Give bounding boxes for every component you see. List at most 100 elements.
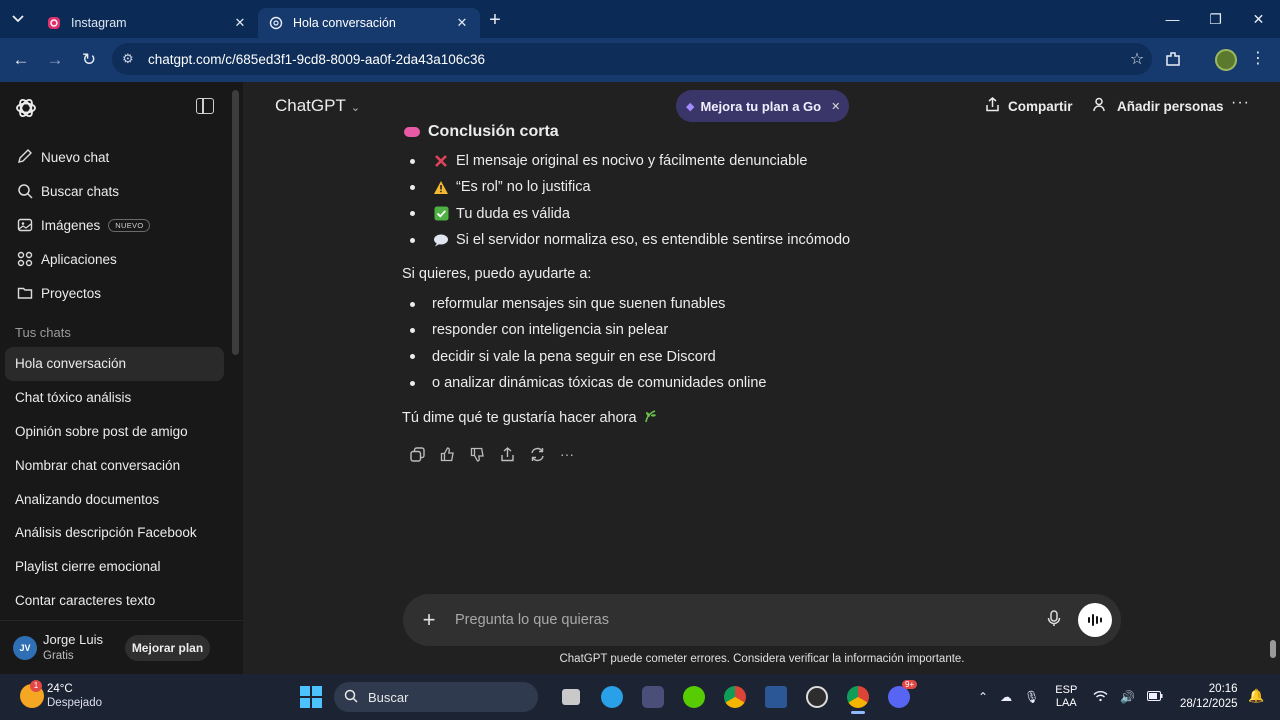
keyboard-layout: LAA (1055, 697, 1077, 709)
chat-item[interactable]: Contar caracteres texto (5, 584, 224, 618)
share-button[interactable]: Compartir (985, 97, 1073, 115)
voice-mode-button[interactable] (1078, 603, 1112, 637)
browser-menu-icon[interactable]: ⋮ (1250, 48, 1266, 68)
bookmark-star-icon[interactable]: ☆ (1122, 49, 1152, 69)
thumbs-down-icon[interactable] (462, 444, 492, 464)
chats-section-title: Tus chats (15, 325, 71, 340)
chat-item[interactable]: Opinión sobre post de amigo (5, 415, 224, 449)
url-text[interactable]: chatgpt.com/c/685ed3f1-9cd8-8009-aa0f-2d… (148, 52, 1122, 67)
chat-item[interactable]: Nombrar chat conversación (5, 448, 224, 482)
chat-item[interactable]: Analizando documentos (5, 482, 224, 516)
weather-temperature: 24°C (47, 683, 73, 695)
heading-text: Conclusión corta (428, 123, 559, 140)
share-icon[interactable] (492, 444, 522, 464)
chevron-up-icon[interactable]: ⌃ (978, 690, 988, 704)
site-info-icon[interactable]: ⚙ (122, 51, 144, 67)
tab-instagram[interactable]: Instagram ✕ (36, 8, 258, 38)
model-selector[interactable]: ChatGPT ⌄ (275, 96, 360, 116)
disclaimer-text: ChatGPT puede cometer errores. Considera… (559, 653, 965, 665)
scrollbar-thumb[interactable] (1270, 640, 1276, 658)
profile-avatar[interactable] (1215, 49, 1237, 71)
upgrade-promo-pill[interactable]: ◆ Mejora tu plan a Go ✕ (676, 90, 849, 122)
wifi-icon[interactable] (1093, 690, 1108, 705)
sidebar-item-apps[interactable]: Aplicaciones (8, 242, 228, 276)
tab-search-button[interactable] (0, 0, 36, 38)
system-clock[interactable]: 20:16 28/12/2025 (1180, 682, 1238, 712)
extensions-icon[interactable] (1162, 50, 1184, 72)
file-explorer-icon[interactable] (550, 680, 591, 714)
close-tab-icon[interactable]: ✕ (232, 15, 248, 31)
avatar[interactable]: JV (13, 635, 37, 660)
discord-icon[interactable]: 9+ (878, 680, 919, 714)
user-menu[interactable]: JV Jorge Luis Gratis Mejorar plan (0, 620, 243, 674)
system-tray: ⌃ ☁ 🎙 ESP LAA 🔊 (972, 680, 1169, 714)
add-people-label: Añadir personas (1117, 98, 1224, 114)
windows-taskbar: 1 24°C Despejado Buscar 9+ ⌃ ☁ 🎙 ESP LAA (0, 674, 1280, 720)
sidebar-item-projects[interactable]: Proyectos (8, 276, 228, 310)
sidebar-toggle-icon[interactable] (196, 98, 214, 114)
chat-item[interactable]: Análisis descripción Facebook (5, 516, 224, 550)
windows-start-icon[interactable] (300, 686, 322, 708)
restore-button[interactable]: ❐ (1194, 0, 1237, 38)
message-actions: ··· (402, 444, 582, 464)
more-options-icon[interactable]: ··· (552, 444, 582, 464)
minimize-button[interactable]: — (1151, 0, 1194, 38)
clock-date: 28/12/2025 (1180, 698, 1238, 710)
taskbar-apps: 9+ (550, 680, 919, 714)
chat-item-active[interactable]: Hola conversación (5, 347, 224, 381)
obs-studio-icon[interactable] (796, 680, 837, 714)
tab-hola-conversacion[interactable]: Hola conversación ✕ (258, 8, 480, 38)
chevron-down-icon (12, 15, 24, 23)
new-chat-icon (16, 149, 34, 165)
language-indicator[interactable]: ESP LAA (1055, 684, 1077, 710)
close-window-button[interactable]: ✕ (1237, 0, 1280, 38)
images-icon (16, 217, 34, 233)
openai-logo-icon[interactable] (14, 96, 38, 120)
new-tab-button[interactable]: + (480, 5, 510, 35)
address-bar[interactable]: ⚙ chatgpt.com/c/685ed3f1-9cd8-8009-aa0f-… (112, 43, 1152, 75)
close-icon[interactable]: ✕ (831, 100, 840, 113)
attach-plus-icon[interactable]: + (403, 607, 455, 633)
chrome-icon[interactable] (714, 680, 755, 714)
diamond-icon: ◆ (686, 100, 695, 113)
message-composer: + (403, 594, 1121, 646)
weather-widget[interactable]: 1 24°C Despejado (20, 680, 102, 710)
thumbs-up-icon[interactable] (432, 444, 462, 464)
chat-item[interactable]: Playlist cierre emocional (5, 550, 224, 584)
volume-icon[interactable]: 🔊 (1120, 690, 1135, 704)
edge-browser-icon[interactable] (591, 680, 632, 714)
chat-item[interactable]: Chat tóxico análisis (5, 381, 224, 415)
prompt-input[interactable] (455, 612, 1040, 628)
chat-scrollbar[interactable] (1266, 82, 1280, 674)
forward-button[interactable]: → (38, 43, 72, 77)
close-tab-icon[interactable]: ✕ (454, 15, 470, 31)
sidebar-scrollbar[interactable] (232, 90, 239, 355)
back-button[interactable]: ← (4, 43, 38, 77)
sidebar-item-images[interactable]: Imágenes NUEVO (8, 208, 228, 242)
message-heading: Conclusión corta (404, 123, 559, 141)
list-item-text: El mensaje original es nocivo y fácilmen… (456, 153, 808, 170)
onedrive-icon[interactable]: ☁ (1000, 690, 1012, 704)
regenerate-icon[interactable] (522, 444, 552, 464)
offer-list: reformular mensajes sin que suenen funab… (402, 291, 767, 396)
copy-icon[interactable] (402, 444, 432, 464)
duolingo-icon[interactable] (673, 680, 714, 714)
add-people-button[interactable]: Añadir personas (1093, 97, 1224, 115)
sidebar-item-search[interactable]: Buscar chats (8, 174, 228, 208)
sidebar-item-new-chat[interactable]: Nuevo chat (8, 140, 228, 174)
warning-icon (432, 178, 450, 196)
microphone-icon[interactable]: 🎙 (1024, 690, 1039, 704)
notifications-icon[interactable]: 🔔 (1248, 688, 1264, 704)
chrome-active-icon[interactable] (837, 680, 878, 714)
more-options-icon[interactable]: ··· (1231, 94, 1250, 112)
battery-icon[interactable] (1147, 690, 1163, 704)
reload-button[interactable]: ↻ (72, 43, 106, 77)
microphone-icon[interactable] (1040, 609, 1068, 631)
upgrade-plan-button[interactable]: Mejorar plan (125, 635, 210, 661)
photos-app-icon[interactable] (632, 680, 673, 714)
browser-titlebar: Instagram ✕ Hola conversación ✕ + — ❐ ✕ (0, 0, 1280, 38)
language-code: ESP (1055, 684, 1078, 696)
word-icon[interactable] (755, 680, 796, 714)
discord-badge: 9+ (902, 680, 918, 689)
taskbar-search[interactable]: Buscar (334, 682, 538, 712)
